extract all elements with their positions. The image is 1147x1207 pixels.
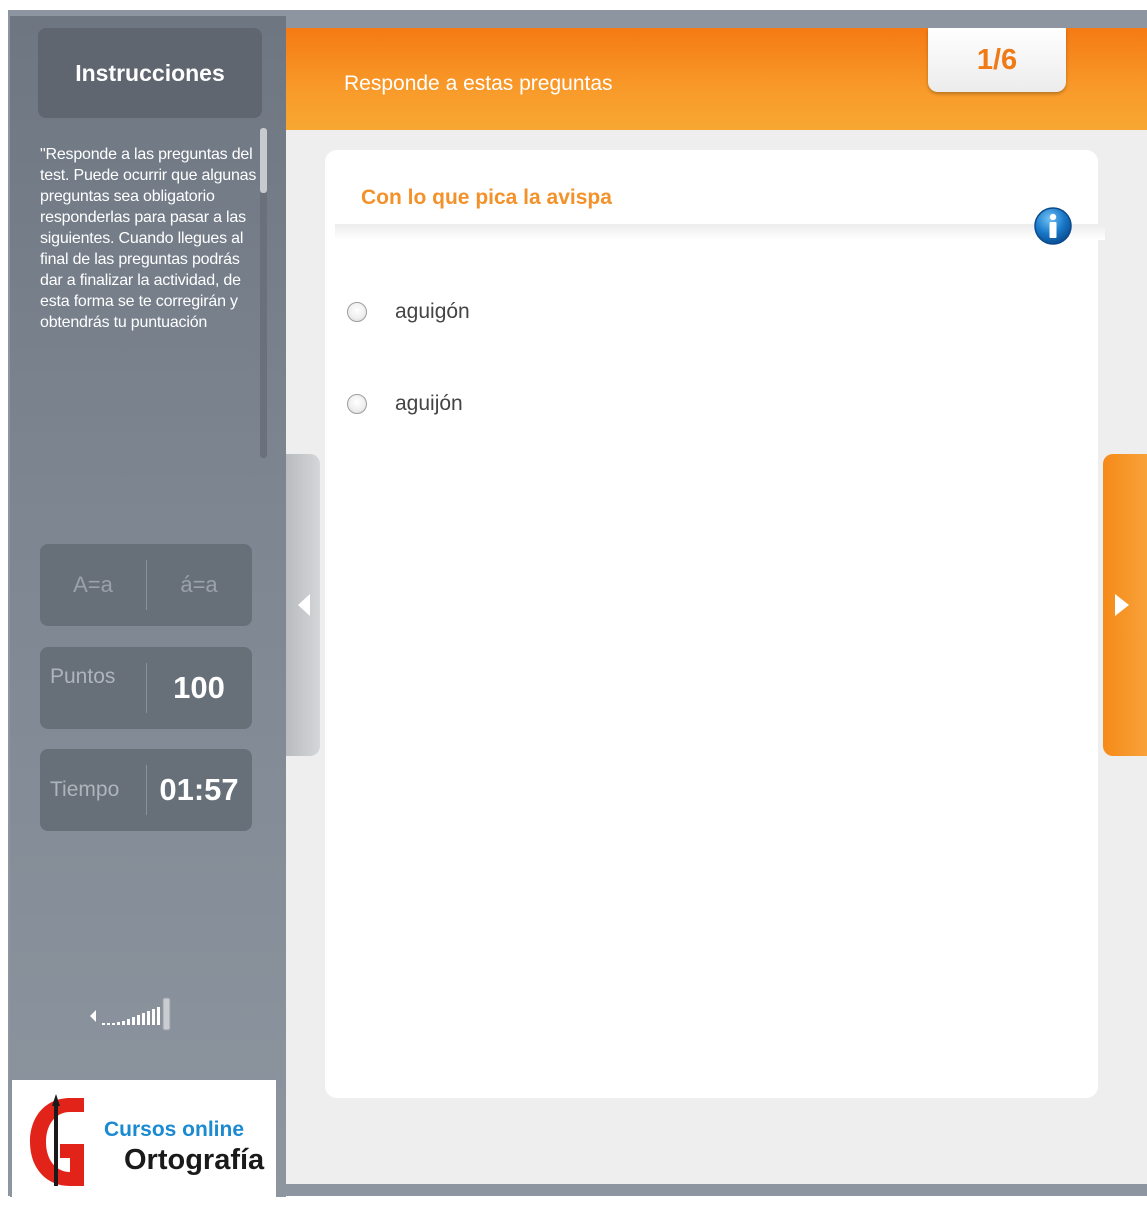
points-label: Puntos xyxy=(50,665,116,688)
chevron-right-icon xyxy=(1115,594,1129,616)
sidebar: Instrucciones "Responde a las preguntas … xyxy=(10,16,286,1197)
case-options-box: A=a á=a xyxy=(40,544,252,626)
points-value: 100 xyxy=(173,670,225,705)
time-label: Tiempo xyxy=(50,778,120,801)
logo-g-icon xyxy=(30,1094,84,1186)
info-icon[interactable] xyxy=(1033,206,1073,246)
next-question-button[interactable] xyxy=(1103,454,1147,756)
divider xyxy=(146,663,147,713)
answer-label: aguigón xyxy=(395,300,470,323)
instructions-scrollbar[interactable] xyxy=(260,128,267,458)
answer-label: aguijón xyxy=(395,392,463,415)
question-counter: 1/6 xyxy=(928,28,1066,92)
time-value: 01:57 xyxy=(159,772,239,807)
question-text: Con lo que pica la avispa xyxy=(361,186,612,209)
points-box: Puntos 100 xyxy=(40,647,252,729)
prev-question-button[interactable] xyxy=(286,454,320,756)
radio-button[interactable] xyxy=(347,394,367,414)
main-panel: Responde a estas preguntas 1/6 Con lo qu… xyxy=(286,28,1147,1184)
scrollbar-thumb[interactable] xyxy=(260,128,267,193)
brand-logo: Cursos online Ortografía xyxy=(12,1080,276,1197)
chevron-left-icon xyxy=(298,594,310,616)
question-divider xyxy=(335,224,1105,240)
accent-toggle-button[interactable]: á=a xyxy=(146,544,252,626)
answer-option[interactable]: aguijón xyxy=(347,384,463,424)
time-box: Tiempo 01:57 xyxy=(40,749,252,831)
header-title: Responde a estas preguntas xyxy=(344,72,613,95)
question-card: Con lo que pica la avispa aguigón aguijó… xyxy=(325,150,1105,1098)
bottom-strip xyxy=(0,1197,1147,1207)
logo-line1: Cursos online xyxy=(104,1118,245,1141)
header-bar: Responde a estas preguntas 1/6 xyxy=(286,28,1147,130)
instructions-text: "Responde a las preguntas del test. Pued… xyxy=(40,146,257,331)
divider xyxy=(146,765,147,815)
case-toggle-button[interactable]: A=a xyxy=(40,544,146,626)
volume-icon[interactable] xyxy=(90,996,210,1036)
answer-option[interactable]: aguigón xyxy=(347,292,470,332)
instructions-title: Instrucciones xyxy=(38,28,262,118)
logo-line2: Ortografía xyxy=(124,1144,265,1176)
radio-button[interactable] xyxy=(347,302,367,322)
